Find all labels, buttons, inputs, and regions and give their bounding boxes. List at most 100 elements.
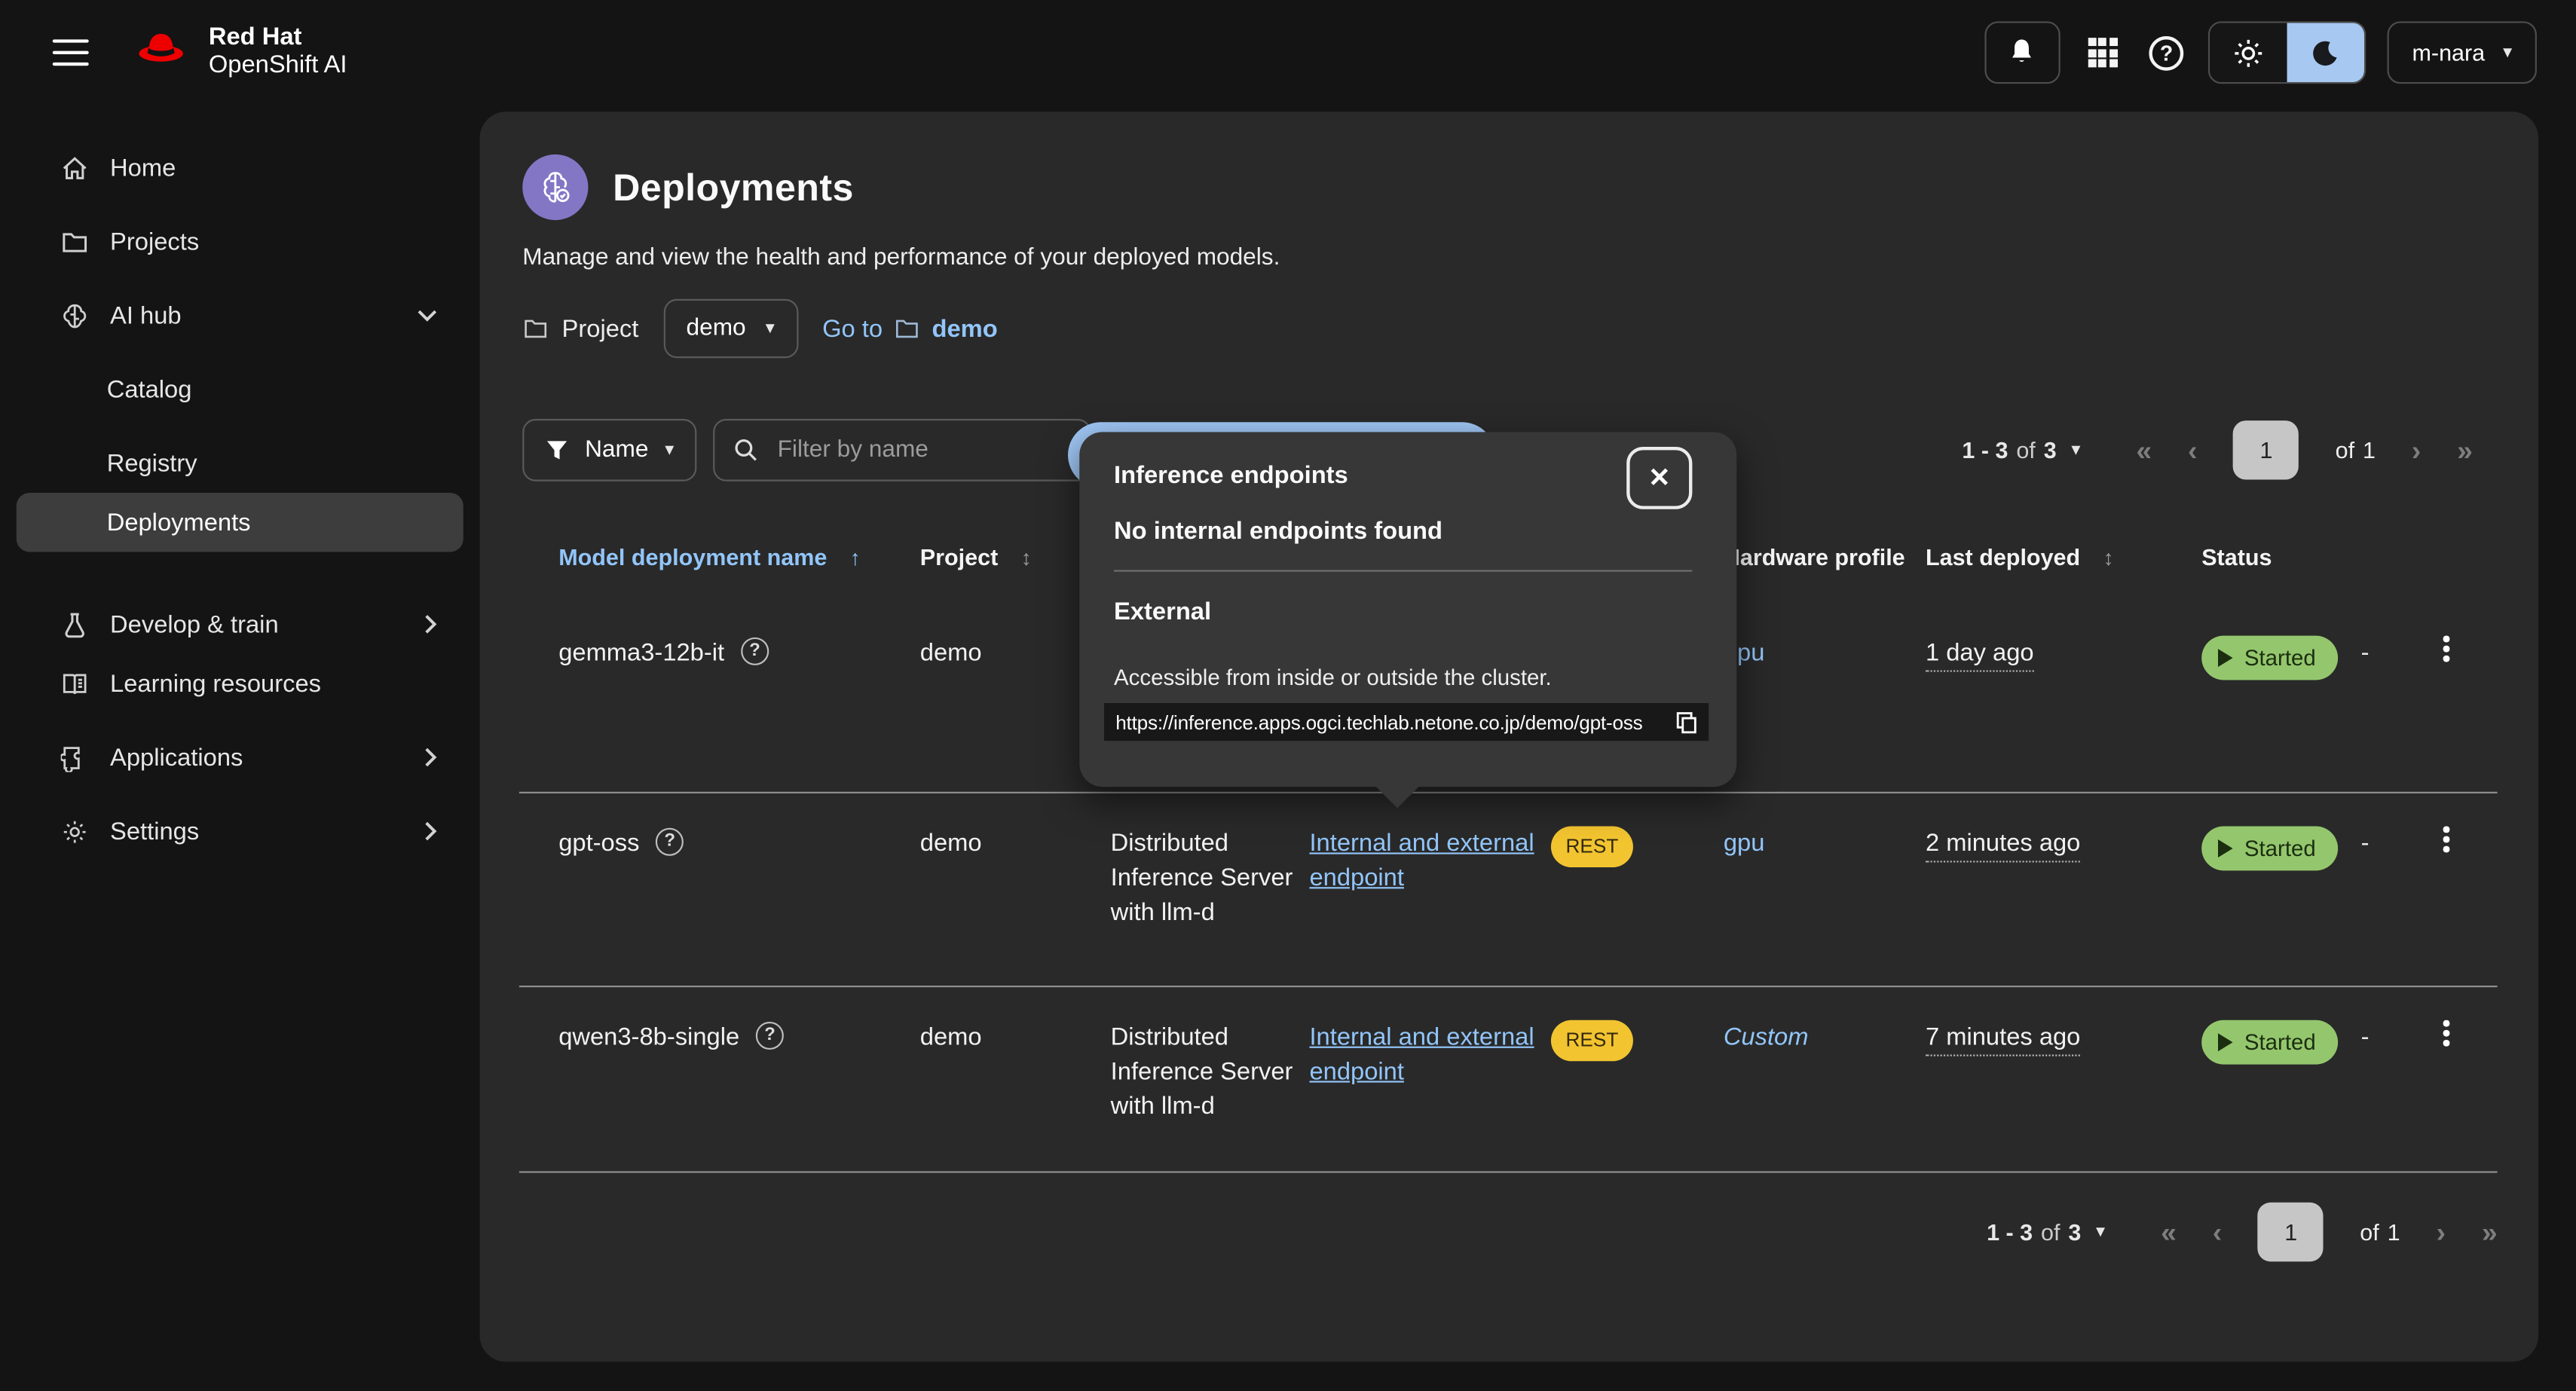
endpoint-url-box: https://inference.apps.ogci.techlab.neto… <box>1104 703 1709 741</box>
deployments-brain-icon <box>522 154 588 220</box>
sidebar-item-ai-hub[interactable]: AI hub <box>17 286 463 344</box>
previous-page-button[interactable]: ‹ <box>2188 436 2197 464</box>
column-header-model-deployment-name[interactable]: Model deployment name ↑ <box>519 544 920 570</box>
popover-divider <box>1114 570 1692 571</box>
brand-line-2: OpenShift AI <box>209 53 347 81</box>
folder-icon <box>59 228 88 255</box>
sidebar-item-settings[interactable]: Settings <box>17 802 463 861</box>
sidebar-item-label: Registry <box>107 449 437 477</box>
chevron-down-icon <box>418 309 437 322</box>
go-to-project-link[interactable]: Go to demo <box>822 314 998 342</box>
pagination-of-label: of <box>2041 1219 2060 1246</box>
project-dropdown[interactable]: demo ▾ <box>663 299 797 358</box>
red-hat-fedora-icon <box>128 29 194 76</box>
column-header-hardware-profile[interactable]: Hardware profile <box>1704 544 1926 570</box>
last-deployed-timestamp[interactable]: 2 minutes ago <box>1926 830 2080 863</box>
pagination-total: 3 <box>2068 1219 2081 1246</box>
column-header-last-deployed[interactable]: Last deployed ↕ <box>1926 544 2185 570</box>
light-theme-button[interactable] <box>2210 23 2287 82</box>
per-page-menu-toggle[interactable]: 1 - 3 of 3 ▾ <box>1987 1219 2105 1246</box>
project-label: Project <box>562 314 639 342</box>
sidebar-item-develop-train[interactable]: Develop & train <box>17 595 463 653</box>
endpoint-link[interactable]: Internal and external endpoint <box>1309 1023 1534 1086</box>
help-icon[interactable]: ? <box>656 828 684 856</box>
table-row: gpt-oss ? demo Distributed Inference Ser… <box>519 793 2498 987</box>
search-input[interactable] <box>774 436 1072 465</box>
sidebar-item-label: Catalog <box>107 375 437 403</box>
status-badge[interactable]: Started <box>2201 1020 2337 1065</box>
per-page-menu-toggle[interactable]: 1 - 3 of 3 ▾ <box>1962 437 2080 463</box>
caret-down-icon: ▾ <box>766 319 775 338</box>
chevron-right-icon <box>424 614 436 634</box>
sort-icon: ↕ <box>2103 546 2113 570</box>
kebab-menu-icon[interactable] <box>2438 1015 2454 1051</box>
hardware-profile-link[interactable]: Custom <box>1724 1023 1809 1051</box>
username: m-nara <box>2412 39 2485 66</box>
home-icon <box>59 154 88 182</box>
sidebar-item-learning-resources[interactable]: Learning resources <box>17 654 463 713</box>
help-icon[interactable]: ? <box>741 637 769 665</box>
total-pages: 1 <box>2363 437 2376 463</box>
filter-attribute-dropdown[interactable]: Name ▾ <box>522 419 697 482</box>
first-page-button[interactable]: « <box>2137 436 2152 464</box>
play-icon <box>2218 649 2233 667</box>
dark-theme-button[interactable] <box>2287 23 2364 82</box>
masthead: Red Hat OpenShift AI ? <box>0 0 2576 105</box>
book-icon <box>59 669 88 697</box>
status-badge[interactable]: Started <box>2201 827 2337 871</box>
total-pages: 1 <box>2388 1219 2400 1246</box>
help-icon[interactable]: ? <box>756 1022 784 1050</box>
popover-title: Inference endpoints <box>1114 462 1692 490</box>
sidebar-item-label: Deployments <box>107 509 437 537</box>
page-title: Deployments <box>613 165 854 209</box>
current-page-input[interactable] <box>2233 420 2299 479</box>
sidebar: Home Projects AI hub Catalog <box>0 105 480 1391</box>
endpoint-url: https://inference.apps.ogci.techlab.neto… <box>1115 711 1664 734</box>
nav-toggle-hamburger-icon[interactable] <box>53 39 89 66</box>
sort-icon: ↕ <box>1021 546 1032 570</box>
first-page-button[interactable]: « <box>2161 1218 2177 1246</box>
previous-page-button[interactable]: ‹ <box>2213 1218 2222 1246</box>
sidebar-item-deployments[interactable]: Deployments <box>17 493 463 552</box>
filter-attribute-label: Name <box>585 437 648 463</box>
caret-down-icon: ▾ <box>2071 441 2080 459</box>
last-page-button[interactable]: » <box>2457 436 2473 464</box>
go-to-label: Go to <box>822 314 883 342</box>
help-button[interactable]: ? <box>2149 35 2184 70</box>
deployment-name: gemma3-12b-it <box>558 636 724 671</box>
sidebar-item-projects[interactable]: Projects <box>17 212 463 271</box>
deployment-project: demo <box>920 987 1111 1171</box>
sidebar-item-registry[interactable]: Registry <box>17 434 463 493</box>
notifications-button[interactable] <box>1984 21 2059 84</box>
hardware-profile-link[interactable]: gpu <box>1724 830 1765 858</box>
user-menu[interactable]: m-nara ▾ <box>2388 21 2537 84</box>
close-icon[interactable]: ✕ <box>1626 447 1692 509</box>
endpoint-link[interactable]: Internal and external endpoint <box>1309 830 1534 892</box>
pagination-bottom: 1 - 3 of 3 ▾ « ‹ of 1 › » <box>480 1173 2539 1262</box>
last-deployed-timestamp[interactable]: 7 minutes ago <box>1926 1023 2080 1056</box>
kebab-menu-icon[interactable] <box>2438 631 2454 667</box>
puzzle-piece-icon <box>59 743 88 771</box>
app-launcher-button[interactable] <box>2088 37 2119 68</box>
filter-funnel-icon <box>546 439 569 462</box>
project-selector-row: Project demo ▾ Go to demo <box>522 299 2499 358</box>
last-page-button[interactable]: » <box>2482 1218 2498 1246</box>
copy-icon[interactable] <box>1676 711 1697 734</box>
column-header-status[interactable]: Status <box>2185 544 2360 570</box>
pagination-range: 1 - 3 <box>1987 1219 2033 1246</box>
kebab-menu-icon[interactable] <box>2438 821 2454 858</box>
sidebar-item-catalog[interactable]: Catalog <box>17 359 463 418</box>
sun-icon <box>2233 37 2264 68</box>
status-badge[interactable]: Started <box>2201 636 2337 680</box>
expand-placeholder: - <box>2361 793 2438 986</box>
search-icon <box>733 437 760 463</box>
sidebar-item-home[interactable]: Home <box>17 138 463 197</box>
next-page-button[interactable]: › <box>2412 436 2421 464</box>
next-page-button[interactable]: › <box>2437 1218 2446 1246</box>
last-deployed-timestamp[interactable]: 1 day ago <box>1926 639 2034 672</box>
sort-ascending-icon: ↑ <box>850 546 861 570</box>
sidebar-item-label: Home <box>110 154 437 182</box>
moon-icon <box>2311 38 2339 66</box>
current-page-input[interactable] <box>2258 1203 2324 1261</box>
sidebar-item-applications[interactable]: Applications <box>17 728 463 787</box>
